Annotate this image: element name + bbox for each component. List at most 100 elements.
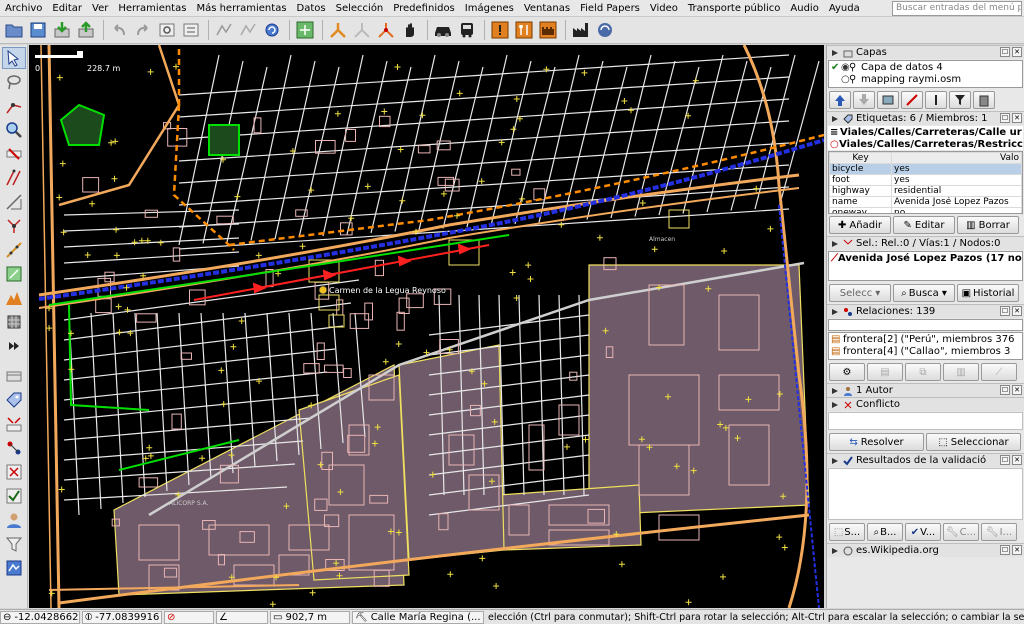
- selection-item[interactable]: ⟋ Avenida José Lopez Pazos (17 nodo: [829, 252, 1022, 264]
- menu-imágenes[interactable]: Imágenes: [460, 0, 519, 17]
- combine-way-icon[interactable]: [351, 19, 373, 41]
- edit-relation-icon[interactable]: ▤: [867, 363, 903, 381]
- ignore-button[interactable]: 🔧︎ I...: [981, 523, 1017, 541]
- layer-item[interactable]: ○ ⚲ mapping raymi.osm: [829, 73, 1022, 85]
- user-list-icon[interactable]: [2, 509, 26, 531]
- duplicate-relation-icon[interactable]: ⧉: [905, 363, 941, 381]
- panel-close-icon[interactable]: ✕: [1012, 455, 1022, 465]
- eye-icon[interactable]: ○: [841, 74, 850, 85]
- tag-row[interactable]: name Avenida José Lopez Pazos: [829, 196, 1022, 208]
- expand-icon[interactable]: [830, 114, 840, 124]
- relations-panel-title[interactable]: Relaciones: 139 ☐ ✕: [827, 304, 1024, 318]
- hand-icon[interactable]: [399, 19, 421, 41]
- map-canvas[interactable]: Carmen de la Legua Reynoso ALICORP S.A. …: [29, 45, 824, 608]
- building-tool-icon[interactable]: [2, 311, 26, 333]
- open-file-icon[interactable]: [3, 19, 25, 41]
- panel-close-icon[interactable]: ✕: [1012, 113, 1022, 123]
- menu-predefinidos[interactable]: Predefinidos: [388, 0, 460, 17]
- history-button[interactable]: ▣ Historial: [957, 284, 1019, 302]
- conflict-icon[interactable]: [2, 461, 26, 483]
- preset-item[interactable]: ≡ Viales/Calles/Carreteras/Calle ur: [828, 126, 1023, 138]
- tag-table[interactable]: Key Valo bicycle yes foot yes highway reside…: [828, 151, 1023, 214]
- panel-close-icon[interactable]: ✕: [1012, 385, 1022, 395]
- recycle-icon[interactable]: [594, 19, 616, 41]
- draw-tool-icon[interactable]: [2, 95, 26, 117]
- align-line-icon[interactable]: [2, 239, 26, 261]
- layers-panel-title[interactable]: Capas ☐ ✕: [827, 45, 1024, 59]
- refresh-icon[interactable]: [261, 19, 283, 41]
- validation-icon[interactable]: [2, 485, 26, 507]
- validate-button[interactable]: ✔ V...: [905, 523, 941, 541]
- delete-layer-icon[interactable]: [973, 91, 995, 109]
- panel-pin-icon[interactable]: ☐: [1000, 47, 1010, 57]
- selection-list-icon[interactable]: [2, 413, 26, 435]
- wikipedia-panel-title[interactable]: es.Wikipedia.org ☐ ✕: [827, 543, 1024, 557]
- split-node-icon[interactable]: [2, 215, 26, 237]
- layers-list[interactable]: ✔ ◉ ⚲ Capa de datos 4 ○ ⚲ mapping raymi.osm: [828, 60, 1023, 88]
- menu-ventanas[interactable]: Ventanas: [519, 0, 575, 17]
- select-members-icon[interactable]: ⟋: [981, 363, 1017, 381]
- filter-layer-icon[interactable]: [949, 91, 971, 109]
- move-up-icon[interactable]: [829, 91, 851, 109]
- menu-search-input[interactable]: Buscar entradas del menú p: [892, 1, 1022, 16]
- undo-icon[interactable]: [108, 19, 130, 41]
- split-way-icon[interactable]: [327, 19, 349, 41]
- delete-tool-icon[interactable]: [2, 143, 26, 165]
- panel-pin-icon[interactable]: ☐: [1000, 113, 1010, 123]
- download-icon[interactable]: [51, 19, 73, 41]
- conflict-list[interactable]: [828, 412, 1023, 430]
- menu-archivo[interactable]: Archivo: [0, 0, 47, 17]
- key-header[interactable]: Key: [829, 152, 892, 164]
- restaurant-icon[interactable]: [513, 19, 535, 41]
- selection-panel-title[interactable]: Sel.: Rel.:0 / Vías:1 / Nodos:0: [827, 236, 1024, 250]
- parallel-tool-icon[interactable]: [2, 167, 26, 189]
- panel-close-icon[interactable]: ✕: [1012, 47, 1022, 57]
- menu-datos[interactable]: Datos: [292, 0, 331, 17]
- select-dropdown-button[interactable]: Selecc ▾: [829, 284, 891, 302]
- resolve-button[interactable]: ⇆ Resolver: [829, 433, 924, 451]
- relation-filter-input[interactable]: [828, 319, 1023, 331]
- visible-check-icon[interactable]: ✔: [831, 62, 841, 73]
- menu-herramientas[interactable]: Herramientas: [113, 0, 191, 17]
- merge-layer-icon[interactable]: [877, 91, 899, 109]
- new-relation-icon[interactable]: ⚙: [829, 363, 865, 381]
- expand-icon[interactable]: [830, 239, 840, 249]
- tag-row[interactable]: foot yes: [829, 174, 1022, 186]
- upload-icon[interactable]: [75, 19, 97, 41]
- opacity-icon[interactable]: [901, 91, 923, 109]
- fix-button[interactable]: 🔧︎ C...: [943, 523, 979, 541]
- edit-tag-button[interactable]: ✎ Editar: [893, 216, 955, 234]
- select-tool-icon[interactable]: [1, 47, 26, 69]
- menu-más-herramientas[interactable]: Más herramientas: [191, 0, 291, 17]
- map-view[interactable]: Carmen de la Legua Reynoso ALICORP S.A. …: [29, 45, 824, 608]
- expand-icon[interactable]: [830, 400, 840, 410]
- redo-icon[interactable]: [132, 19, 154, 41]
- expand-icon[interactable]: [830, 48, 840, 58]
- expand-icon[interactable]: [830, 456, 840, 466]
- relation-item[interactable]: ▤ frontera[2] ("Perú", miembros 376: [829, 333, 1022, 345]
- street-name-field[interactable]: ⛏ Calle María Regina (...: [352, 610, 484, 624]
- menu-field-papers[interactable]: Field Papers: [575, 0, 645, 17]
- more-tools-icon[interactable]: [2, 335, 26, 357]
- menu-ver[interactable]: Ver: [87, 0, 113, 17]
- validation-zoom-button[interactable]: ⌕ B...: [867, 523, 903, 541]
- info-icon[interactable]: [925, 91, 947, 109]
- improve-way-icon[interactable]: [2, 191, 26, 213]
- zoom-data-icon[interactable]: [237, 19, 259, 41]
- menu-editar[interactable]: Editar: [47, 0, 87, 17]
- tags-icon[interactable]: [2, 389, 26, 411]
- menu-selección[interactable]: Selección: [331, 0, 389, 17]
- panel-pin-icon[interactable]: ☐: [1000, 385, 1010, 395]
- validation-results[interactable]: [828, 468, 1023, 520]
- save-icon[interactable]: [27, 19, 49, 41]
- panel-pin-icon[interactable]: ☐: [1000, 455, 1010, 465]
- castle-icon[interactable]: [537, 19, 559, 41]
- select-all-icon[interactable]: [294, 19, 316, 41]
- value-header[interactable]: Valo: [891, 152, 1022, 164]
- orthogonalize-icon[interactable]: [2, 263, 26, 285]
- layer-list-icon[interactable]: [2, 365, 26, 387]
- panel-pin-icon[interactable]: ☐: [1000, 545, 1010, 555]
- tag-row[interactable]: highway residential: [829, 185, 1022, 197]
- eye-icon[interactable]: ◉: [841, 62, 850, 73]
- wireframe-icon[interactable]: [213, 19, 235, 41]
